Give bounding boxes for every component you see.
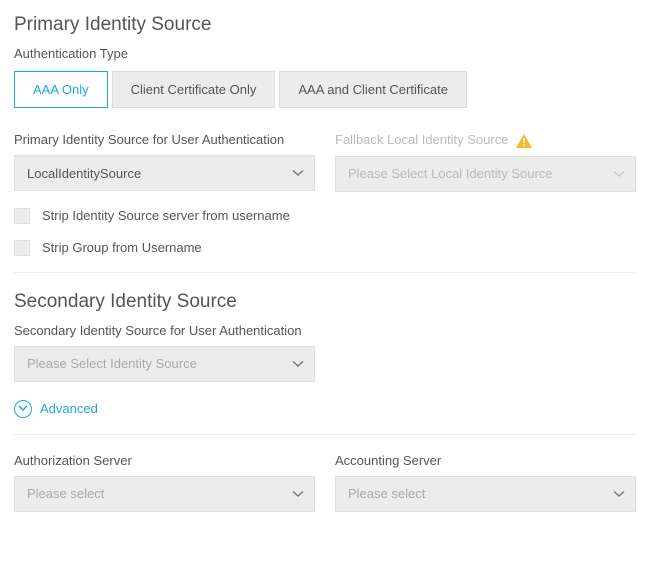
fallback-source-label: Fallback Local Identity Source [335,132,636,148]
advanced-label: Advanced [40,401,98,416]
primary-source-value: LocalIdentitySource [27,166,141,181]
strip-server-checkbox[interactable] [14,208,30,224]
chevron-down-icon [292,490,304,498]
accounting-server-placeholder: Please select [348,486,425,501]
strip-group-checkbox[interactable] [14,240,30,256]
primary-identity-title: Primary Identity Source [14,14,636,36]
primary-source-select[interactable]: LocalIdentitySource [14,155,315,191]
strip-group-label: Strip Group from Username [42,240,202,255]
secondary-source-select[interactable]: Please Select Identity Source [14,346,315,382]
divider [14,434,636,435]
warning-icon [516,134,532,148]
chevron-down-icon [292,169,304,177]
divider [14,272,636,273]
fallback-source-select: Please Select Local Identity Source [335,156,636,192]
tab-aaa-and-cert[interactable]: AAA and Client Certificate [279,71,467,108]
accounting-server-select[interactable]: Please select [335,476,636,512]
auth-type-label: Authentication Type [14,46,636,61]
strip-server-label: Strip Identity Source server from userna… [42,208,290,223]
authorization-server-select[interactable]: Please select [14,476,315,512]
chevron-down-icon [613,170,625,178]
fallback-source-placeholder: Please Select Local Identity Source [348,166,553,181]
accounting-server-label: Accounting Server [335,453,636,468]
auth-type-tabs: AAA Only Client Certificate Only AAA and… [14,71,636,108]
advanced-toggle[interactable]: Advanced [14,400,636,418]
secondary-identity-title: Secondary Identity Source [14,291,636,313]
authorization-server-label: Authorization Server [14,453,315,468]
tab-aaa-only[interactable]: AAA Only [14,71,108,108]
tab-client-cert-only[interactable]: Client Certificate Only [112,71,276,108]
secondary-source-label: Secondary Identity Source for User Authe… [14,323,636,338]
secondary-source-placeholder: Please Select Identity Source [27,356,197,371]
chevron-down-icon [613,490,625,498]
chevron-down-icon [292,360,304,368]
primary-source-label: Primary Identity Source for User Authent… [14,132,315,147]
chevron-down-circle-icon [14,400,32,418]
authorization-server-placeholder: Please select [27,486,104,501]
